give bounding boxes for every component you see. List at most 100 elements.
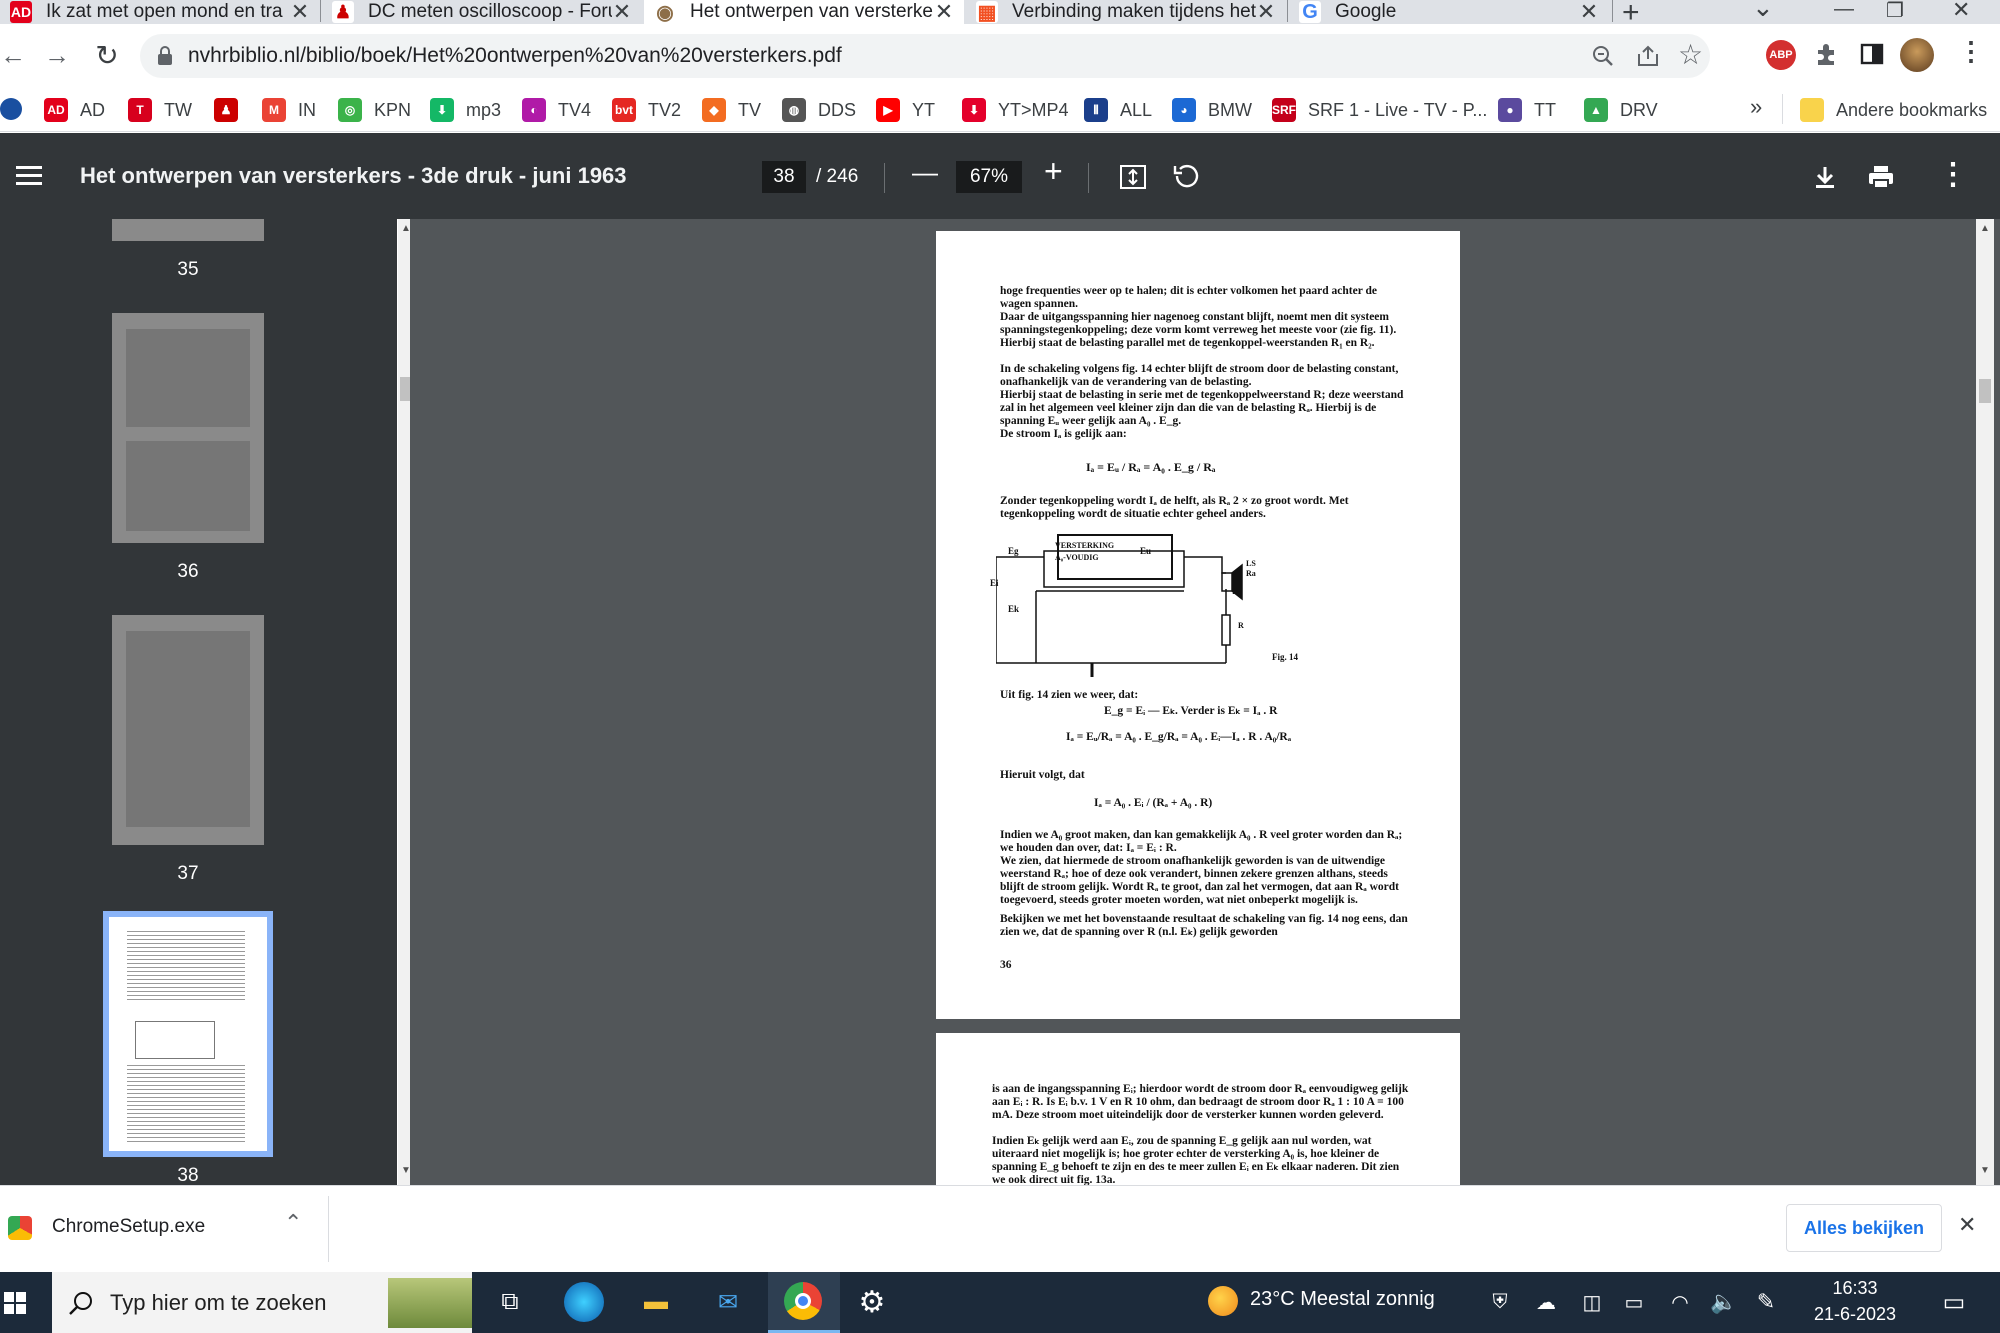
- chrome-menu-icon[interactable]: ⋮: [1958, 36, 1984, 67]
- close-icon[interactable]: ✕: [1256, 0, 1276, 25]
- bookmark-item[interactable]: M IN: [262, 96, 316, 124]
- tab-4[interactable]: ▦ Verbinding maken tijdens het ✕: [966, 0, 1286, 24]
- bookmark-item[interactable]: SRF SRF 1 - Live - TV - P...: [1272, 96, 1487, 124]
- back-button[interactable]: ←: [0, 34, 34, 76]
- close-icon[interactable]: ✕: [934, 0, 954, 25]
- show-all-downloads-button[interactable]: Alles bekijken: [1786, 1204, 1942, 1252]
- bookmark-favicon-icon: ●: [1498, 98, 1522, 122]
- thumbnail-page-36[interactable]: [112, 313, 264, 543]
- print-icon[interactable]: [1868, 165, 1894, 189]
- tab-search-dropdown-icon[interactable]: ⌄: [1752, 0, 1774, 23]
- windows-start-icon[interactable]: [4, 1292, 26, 1314]
- profile-avatar[interactable]: [1900, 38, 1934, 72]
- bookmark-item[interactable]: ⬇ mp3: [430, 96, 501, 124]
- formula: E_g = Eᵢ — Eₖ. Verder is Eₖ = Iₐ . R: [1104, 705, 1278, 717]
- extensions-puzzle-icon[interactable]: [1814, 42, 1840, 68]
- bookmark-star-icon[interactable]: ☆: [1678, 38, 1703, 71]
- more-bookmarks-chevron[interactable]: »: [1750, 94, 1762, 120]
- download-options-chevron-icon[interactable]: ⌃: [284, 1210, 302, 1236]
- restore-button[interactable]: ❐: [1886, 0, 1904, 23]
- pen-workspace-icon[interactable]: ✎: [1746, 1282, 1786, 1322]
- bookmark-item[interactable]: ◆ TV: [702, 96, 761, 124]
- volume-icon[interactable]: 🔈: [1704, 1282, 1744, 1322]
- thumbnail-page-38-selected[interactable]: [103, 911, 273, 1157]
- page-paragraph: Bekijken we met het bovenstaande resulta…: [1000, 913, 1408, 938]
- close-download-bar-button[interactable]: ✕: [1958, 1212, 1976, 1238]
- weather-text[interactable]: 23°C Meestal zonnig: [1250, 1288, 1435, 1311]
- meet-now-icon[interactable]: ◫: [1572, 1282, 1612, 1322]
- tab-2[interactable]: ♟ DC meten oscilloscoop - Foru ✕: [322, 0, 642, 24]
- bookmark-globe-icon[interactable]: [0, 98, 22, 120]
- bookmark-item[interactable]: ♟: [214, 96, 250, 124]
- fig-caption: Fig. 14: [1272, 652, 1298, 662]
- bookmark-item[interactable]: ⬇ YT>MP4: [962, 96, 1069, 124]
- chrome-taskbar-button-active[interactable]: [768, 1272, 840, 1333]
- bookmark-favicon-icon: ⬇: [962, 98, 986, 122]
- bookmark-item[interactable]: bvt TV2: [612, 96, 681, 124]
- url-text[interactable]: nvhrbiblio.nl/biblio/boek/Het%20ontwerpe…: [188, 34, 842, 78]
- taskbar-search-box[interactable]: Typ hier om te zoeken: [52, 1272, 472, 1333]
- edge-browser-icon[interactable]: [564, 1282, 604, 1322]
- bookmark-item[interactable]: ◐ TV4: [522, 96, 591, 124]
- mail-icon[interactable]: ✉: [708, 1282, 748, 1322]
- bookmark-item[interactable]: ▲ DRV: [1584, 96, 1658, 124]
- thumbnail-page-37[interactable]: [112, 615, 264, 845]
- viewer-scrollbar[interactable]: ▲ ▼: [1976, 219, 1994, 1185]
- bookmark-label: DRV: [1620, 99, 1658, 120]
- sidebar-menu-icon[interactable]: [16, 165, 42, 187]
- side-panel-icon[interactable]: [1860, 42, 1884, 66]
- omnibox[interactable]: nvhrbiblio.nl/biblio/boek/Het%20ontwerpe…: [140, 34, 1710, 78]
- minimize-button[interactable]: —: [1834, 0, 1854, 21]
- tab-divider: [1287, 0, 1288, 22]
- thumbnail-page-35[interactable]: [112, 219, 264, 241]
- windows-taskbar: Typ hier om te zoeken ⧉ ▬ ✉ ⚙ 23°C Meest…: [0, 1272, 2000, 1333]
- forward-button[interactable]: →: [36, 34, 78, 76]
- close-window-button[interactable]: ✕: [1952, 0, 1970, 23]
- page-number-input[interactable]: 38: [762, 161, 806, 193]
- bookmark-item[interactable]: AD AD: [44, 96, 105, 124]
- task-view-icon[interactable]: ⧉: [490, 1282, 530, 1322]
- rotate-icon[interactable]: [1172, 163, 1200, 191]
- other-bookmarks-folder[interactable]: Andere bookmarks: [1800, 96, 1987, 124]
- download-filename[interactable]: ChromeSetup.exe: [52, 1216, 205, 1238]
- share-icon[interactable]: [1636, 44, 1660, 68]
- download-icon[interactable]: [1814, 165, 1836, 189]
- bookmark-item[interactable]: ◕ BMW: [1172, 96, 1252, 124]
- close-icon[interactable]: ✕: [612, 0, 632, 25]
- taskbar-search-placeholder: Typ hier om te zoeken: [110, 1289, 327, 1315]
- pdf-more-menu-icon[interactable]: ⋮: [1938, 157, 1968, 192]
- bookmark-item[interactable]: ● TT: [1498, 96, 1556, 124]
- chrome-setup-file-icon: [8, 1216, 32, 1240]
- tab-3-active[interactable]: ◉ Het ontwerpen van versterke ✕: [644, 0, 964, 24]
- wifi-icon[interactable]: ◠: [1660, 1282, 1700, 1322]
- bookmark-item[interactable]: T TW: [128, 96, 192, 124]
- bookmark-item[interactable]: ◍ DDS: [782, 96, 856, 124]
- close-icon[interactable]: ✕: [290, 0, 310, 25]
- zoom-out-button[interactable]: —: [912, 157, 938, 188]
- weather-sun-icon[interactable]: [1208, 1286, 1238, 1316]
- zoom-in-button[interactable]: +: [1044, 153, 1063, 190]
- clock-time[interactable]: 16:33: [1800, 1278, 1910, 1299]
- lock-icon[interactable]: [156, 46, 174, 66]
- reload-button[interactable]: ↻: [86, 34, 128, 76]
- settings-gear-icon[interactable]: ⚙: [852, 1282, 892, 1322]
- bookmark-label: YT>MP4: [998, 99, 1069, 120]
- onedrive-cloud-icon[interactable]: ☁: [1526, 1282, 1566, 1322]
- zoom-search-icon[interactable]: [1592, 45, 1614, 67]
- close-icon[interactable]: ✕: [1579, 0, 1599, 25]
- bookmark-item[interactable]: ▶ YT: [876, 96, 935, 124]
- adblock-plus-icon[interactable]: ABP: [1766, 40, 1796, 70]
- bookmark-item[interactable]: ◎ KPN: [338, 96, 411, 124]
- notifications-icon[interactable]: ▭: [1934, 1282, 1974, 1322]
- bookmark-item[interactable]: ⦀ ALL: [1084, 96, 1152, 124]
- zoom-level-input[interactable]: 67%: [956, 161, 1022, 193]
- file-explorer-icon[interactable]: ▬: [636, 1282, 676, 1322]
- fit-to-page-icon[interactable]: [1120, 165, 1146, 189]
- battery-icon[interactable]: ▭: [1614, 1282, 1654, 1322]
- viewer-scrollbar-thumb[interactable]: [1979, 379, 1991, 403]
- security-shield-icon[interactable]: ⛨: [1480, 1282, 1520, 1322]
- tab-5[interactable]: G Google ✕: [1289, 0, 1609, 24]
- clock-date[interactable]: 21-6-2023: [1800, 1304, 1910, 1325]
- pdf-viewer[interactable]: hoge frequenties weer op te halen; dit i…: [410, 219, 2000, 1186]
- tab-1[interactable]: AD Ik zat met open mond en tra ✕: [0, 0, 320, 24]
